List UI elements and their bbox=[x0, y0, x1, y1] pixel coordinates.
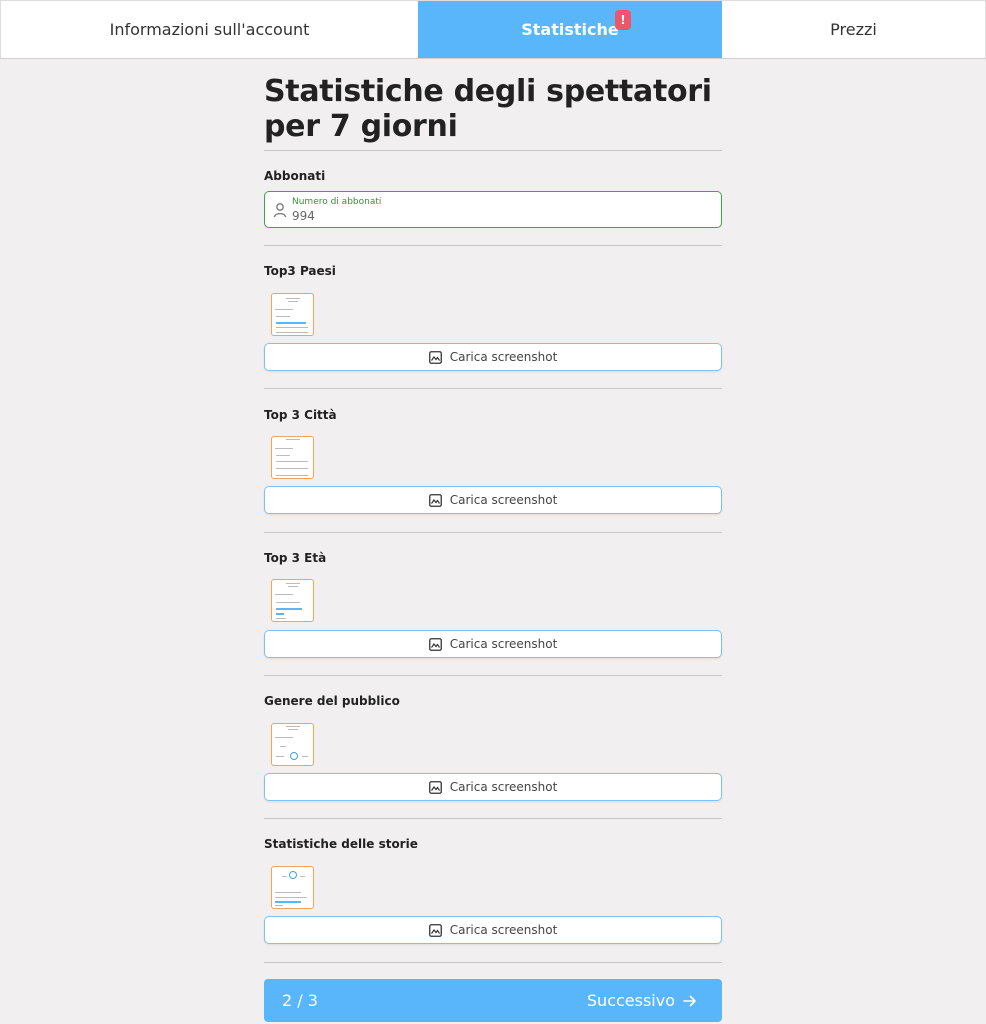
subscribers-field-label: Numero di abbonati bbox=[292, 197, 382, 207]
image-icon bbox=[428, 637, 442, 651]
tab-prices[interactable]: Prezzi bbox=[722, 0, 986, 58]
image-icon bbox=[428, 493, 442, 507]
screenshot-thumbnail[interactable] bbox=[271, 579, 314, 622]
stats-form: Statistiche degli spettatori per 7 giorn… bbox=[264, 74, 722, 1022]
screenshot-thumbnail[interactable] bbox=[271, 293, 314, 336]
upload-screenshot-button[interactable]: Carica screenshot bbox=[264, 916, 722, 944]
step-indicator: 2 / 3 bbox=[282, 991, 318, 1010]
screenshot-thumbnail[interactable] bbox=[271, 866, 314, 909]
image-icon bbox=[428, 350, 442, 364]
tab-prices-label: Prezzi bbox=[830, 20, 877, 39]
upload-screenshot-button[interactable]: Carica screenshot bbox=[264, 486, 722, 514]
upload-button-label: Carica screenshot bbox=[449, 350, 558, 364]
page-title: Statistiche degli spettatori per 7 giorn… bbox=[264, 74, 712, 144]
image-icon bbox=[428, 780, 442, 794]
tab-account-info-label: Informazioni sull'account bbox=[109, 20, 310, 39]
subscribers-field[interactable]: Numero di abbonati 994 bbox=[264, 191, 722, 228]
divider bbox=[264, 388, 722, 389]
section-label-story-stats: Statistiche delle storie bbox=[264, 837, 418, 851]
tab-statistics[interactable]: Statistiche ! bbox=[418, 0, 722, 58]
divider bbox=[264, 245, 722, 246]
subscribers-value: 994 bbox=[292, 209, 315, 223]
divider bbox=[264, 532, 722, 533]
tab-statistics-label: Statistiche bbox=[521, 20, 619, 39]
arrow-right-icon bbox=[683, 995, 696, 1006]
divider bbox=[264, 675, 722, 676]
screenshot-thumbnail[interactable] bbox=[271, 723, 314, 766]
divider bbox=[264, 962, 722, 963]
tab-account-info[interactable]: Informazioni sull'account bbox=[0, 0, 418, 58]
image-icon bbox=[428, 923, 442, 937]
alert-badge: ! bbox=[615, 10, 631, 30]
next-button-content: Successivo bbox=[587, 991, 697, 1010]
section-label-top-cities: Top 3 Città bbox=[264, 408, 337, 422]
tab-bar: Informazioni sull'account Statistiche ! … bbox=[0, 0, 986, 59]
upload-screenshot-button[interactable]: Carica screenshot bbox=[264, 343, 722, 371]
section-label-top-countries: Top3 Paesi bbox=[264, 264, 336, 278]
upload-button-label: Carica screenshot bbox=[449, 637, 558, 651]
section-label-audience-gender: Genere del pubblico bbox=[264, 694, 400, 708]
screenshot-thumbnail[interactable] bbox=[271, 436, 314, 479]
divider bbox=[264, 150, 722, 151]
next-button-label: Successivo bbox=[586, 991, 675, 1010]
section-label-top-ages: Top 3 Età bbox=[264, 551, 327, 565]
upload-screenshot-button[interactable]: Carica screenshot bbox=[264, 773, 722, 801]
upload-button-label: Carica screenshot bbox=[449, 493, 558, 507]
upload-button-label: Carica screenshot bbox=[449, 780, 558, 794]
upload-button-label: Carica screenshot bbox=[449, 923, 558, 937]
next-step-button[interactable]: 2 / 3 Successivo bbox=[264, 979, 722, 1022]
upload-screenshot-button[interactable]: Carica screenshot bbox=[264, 630, 722, 658]
person-icon bbox=[273, 203, 287, 218]
divider bbox=[264, 818, 722, 819]
subscribers-label: Abbonati bbox=[264, 169, 326, 183]
